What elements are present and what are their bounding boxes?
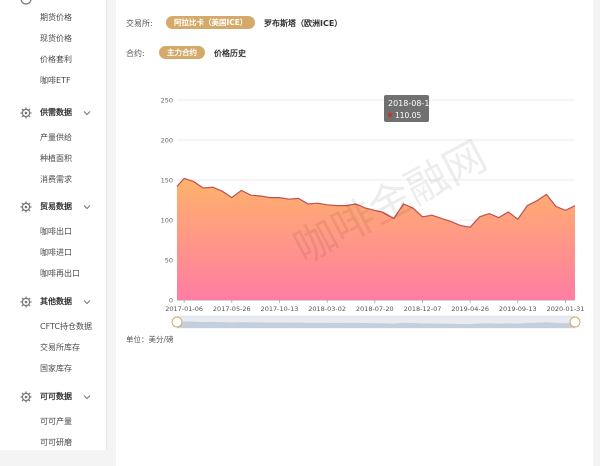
- x-tick-label: 2018-03-02: [308, 305, 346, 313]
- chevron-down-icon: [83, 111, 91, 116]
- main-content: 交易所: 阿拉比卡（美国ICE） 罗布斯塔（欧洲ICE） 合约: 主力合约 价格…: [107, 0, 600, 466]
- tooltip: 2018-08-10 110.05: [384, 95, 435, 122]
- sidebar-item[interactable]: 现货价格: [40, 33, 72, 44]
- data-zoom-slider[interactable]: [171, 315, 581, 329]
- x-tick-label: 2017-10-13: [261, 305, 299, 313]
- y-tick-label: 50: [165, 257, 173, 265]
- gear-icon: [20, 0, 32, 5]
- y-tick-label: 150: [161, 177, 173, 185]
- sidebar-item[interactable]: 交易所库存: [40, 342, 80, 353]
- x-tick-label: 2017-05-26: [213, 305, 251, 313]
- sidebar-section-header[interactable]: 供需数据: [20, 106, 100, 120]
- zoom-handle-left[interactable]: [171, 316, 183, 328]
- tooltip-value: 110.05: [395, 111, 421, 120]
- chevron-down-icon: [83, 205, 91, 210]
- y-tick-label: 0: [169, 297, 173, 305]
- sidebar-item[interactable]: 国家库存: [40, 363, 72, 374]
- x-tick-label: 2020-01-31: [547, 305, 585, 313]
- x-tick-label: 2019-09-13: [499, 305, 537, 313]
- y-tick-label: 250: [161, 97, 173, 105]
- sidebar-item[interactable]: 咖啡出口: [40, 226, 72, 237]
- chevron-down-icon: [83, 300, 91, 305]
- sidebar-item[interactable]: 可可产量: [40, 416, 72, 427]
- sidebar: 期货价格现货价格价格套利咖啡ETF 供需数据产量供给种植面积消费需求贸易数据咖啡出…: [0, 0, 107, 450]
- x-tick-label: 2019-04-26: [451, 305, 489, 313]
- tooltip-date: 2018-08-10: [388, 99, 435, 108]
- y-tick-label: 100: [161, 217, 173, 225]
- sidebar-section-header[interactable]: 可可数据: [20, 390, 100, 404]
- sidebar-item[interactable]: 消费需求: [40, 174, 72, 185]
- sidebar-item[interactable]: 种植面积: [40, 153, 72, 164]
- gear-icon: [20, 107, 32, 119]
- gear-icon: [20, 201, 32, 213]
- sidebar-item[interactable]: 咖啡进口: [40, 247, 72, 258]
- sidebar-section-label: 其他数据: [40, 297, 72, 306]
- x-tick-label: 2017-01-06: [165, 305, 203, 313]
- gear-icon: [20, 391, 32, 403]
- sidebar-item[interactable]: 期货价格: [40, 12, 72, 23]
- sidebar-item[interactable]: 产量供给: [40, 132, 72, 143]
- sidebar-section-label: 贸易数据: [40, 202, 72, 211]
- sidebar-item[interactable]: 可可研磨: [40, 437, 72, 448]
- sidebar-item[interactable]: 咖啡再出口: [40, 268, 80, 279]
- x-tick-label: 2018-12-07: [404, 305, 442, 313]
- price-chart: 0 50 100 150 200 250 2017-01-06 2017-05-26 2017…: [161, 95, 585, 329]
- sidebar-section-label: 供需数据: [40, 108, 72, 117]
- tooltip-marker: [387, 112, 393, 118]
- sidebar-item[interactable]: 咖啡ETF: [40, 75, 71, 86]
- chevron-down-icon: [83, 395, 91, 400]
- y-tick-label: 200: [161, 137, 173, 145]
- sidebar-section-header[interactable]: 其他数据: [20, 295, 100, 309]
- sidebar-item[interactable]: 价格套利: [40, 54, 72, 65]
- sidebar-section-label: 可可数据: [40, 392, 72, 401]
- sidebar-item[interactable]: CFTC持仓数据: [40, 321, 92, 332]
- zoom-handle-right[interactable]: [569, 316, 581, 328]
- gear-icon: [20, 296, 32, 308]
- sidebar-section-header[interactable]: 贸易数据: [20, 200, 100, 214]
- x-tick-label: 2018-07-20: [356, 305, 394, 313]
